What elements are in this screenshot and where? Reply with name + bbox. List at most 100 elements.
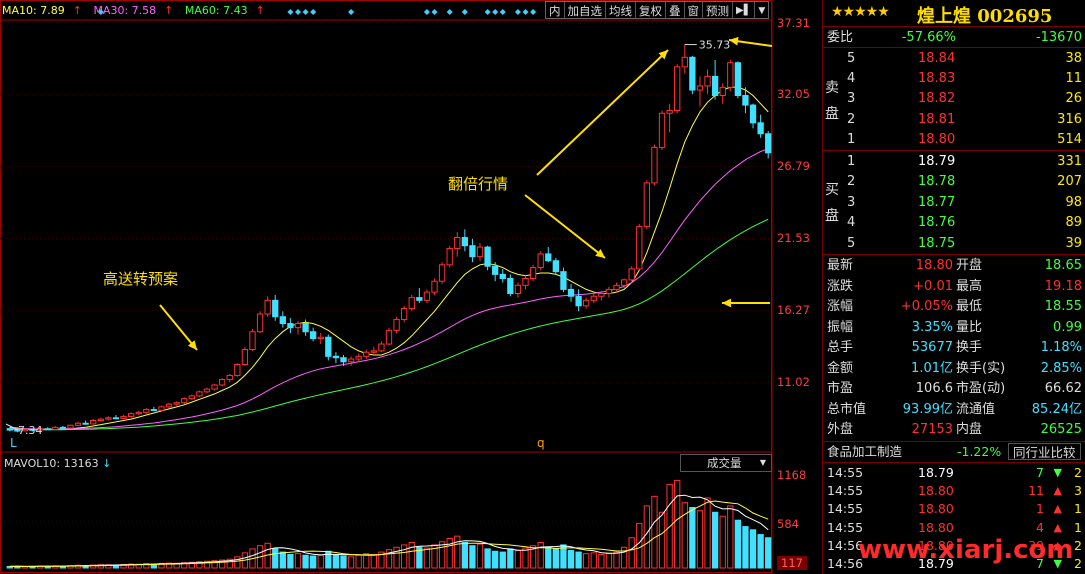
candle-body	[82, 422, 89, 425]
volume-bar	[704, 497, 711, 569]
stat-value: +0.05%	[900, 299, 953, 314]
candle-body	[211, 384, 218, 390]
sell-level-row[interactable]: 1 18.80 514	[823, 130, 1085, 149]
forecast-button[interactable]: 预测	[703, 2, 733, 18]
stock-name-code[interactable]: 煌上煌 002695	[917, 2, 1052, 28]
volume-bar	[423, 547, 431, 569]
volume-bar	[734, 519, 742, 569]
volume-bar	[742, 526, 749, 569]
candle-body	[135, 411, 142, 415]
overlay-button[interactable]: 叠	[666, 2, 685, 18]
volume-bar	[696, 510, 704, 569]
candle-body	[370, 350, 377, 353]
buy-level-row[interactable]: 4 18.76 89	[823, 213, 1085, 232]
event-diamond-icon	[431, 9, 438, 15]
stat-row: 振幅 3.35% 量比 0.99	[823, 318, 1085, 337]
tick-time: 14:55	[827, 483, 864, 499]
toolbar-inner-button[interactable]: 内	[546, 2, 565, 18]
stat-value: 18.65	[1044, 258, 1082, 273]
adjust-price-button[interactable]: 复权	[636, 2, 666, 18]
volume-bar	[476, 543, 484, 569]
stat-label: 最低	[956, 299, 983, 314]
candle-body	[325, 336, 332, 357]
event-diamond-icon	[287, 9, 294, 15]
volume-bar	[272, 548, 279, 569]
volume-bar	[492, 550, 499, 569]
tick-count: 3	[1074, 483, 1082, 499]
tick-price: 18.80	[918, 483, 954, 499]
candle-body	[385, 329, 393, 345]
candle-body	[264, 299, 271, 315]
industry-name[interactable]: 食品加工制造	[827, 442, 902, 461]
volume-bar	[727, 505, 734, 569]
ma-lines-button[interactable]: 均线	[606, 2, 636, 18]
candle-body	[378, 343, 385, 352]
volume-bar	[514, 549, 522, 569]
weibi-value: -13670	[1035, 30, 1082, 45]
candle-body	[97, 418, 104, 422]
kline-chart-panel[interactable]: 35.73 7.34 Lq MA10: 7.89 ↑ MA30: 7.58 ↑ MA60…	[0, 0, 810, 574]
candle-body	[583, 299, 590, 307]
candle-body	[256, 313, 264, 333]
volume-bar	[605, 553, 613, 569]
sell-level-row[interactable]: 3 18.82 26	[823, 89, 1085, 108]
candle-body	[567, 288, 575, 297]
sell-level-num: 2	[847, 112, 856, 127]
buy-level-num: 4	[847, 215, 856, 230]
sell-level-row[interactable]: 2 18.81 316	[823, 110, 1085, 129]
candle-body	[666, 110, 673, 114]
buy-level-price: 18.78	[918, 174, 956, 189]
industry-compare-button[interactable]: 同行业比较	[1008, 443, 1081, 460]
candle-body	[401, 308, 408, 320]
price-axis-label: 21.53	[777, 231, 810, 245]
window-button[interactable]: 窗	[685, 2, 703, 18]
stat-label: 市盈(动)	[956, 381, 1006, 396]
volume-bar	[287, 553, 294, 569]
candle-body	[484, 246, 491, 267]
tick-count: 1	[1074, 501, 1082, 517]
candle-body	[522, 277, 529, 286]
buy-level-row[interactable]: 1 18.79 331	[823, 152, 1085, 171]
price-axis-label: 16.27	[777, 303, 810, 317]
volume-bar	[347, 556, 355, 569]
volume-indicator-dropdown[interactable]: 成交量 ▼	[680, 454, 772, 472]
volume-bar	[340, 555, 347, 569]
x-mark-l: L	[10, 436, 17, 450]
volume-bar	[454, 535, 461, 569]
candle-body	[431, 280, 438, 293]
add-watchlist-button[interactable]: 加自选	[565, 2, 606, 18]
buy-level-row[interactable]: 2 18.78 207	[823, 172, 1085, 191]
buy-level-row[interactable]: 5 18.75 39	[823, 234, 1085, 253]
volume-axis-label: 1168	[777, 468, 807, 482]
sell-level-row[interactable]: 5 18.84 38	[823, 49, 1085, 68]
expand-panel-icon[interactable]: ▶▌	[733, 2, 756, 18]
tick-count: 1	[1074, 519, 1082, 535]
sell-level-row[interactable]: 4 18.83 11	[823, 69, 1085, 88]
candle-body	[226, 374, 233, 381]
tick-time: 14:55	[827, 501, 864, 517]
toolbar-menu-icon[interactable]: ▼	[755, 2, 768, 18]
candle-body	[598, 293, 605, 297]
annotation-bonus-plan: 高送转预案	[103, 270, 179, 288]
tick-volume: 4	[1036, 519, 1044, 535]
candle-body	[234, 364, 241, 376]
tick-count: 2	[1074, 556, 1082, 571]
tick-row: 14:55 18.80 4 ▲ 1	[823, 519, 1085, 537]
candle-body	[575, 295, 582, 307]
volume-bar	[325, 550, 332, 569]
ma-line-ma10	[9, 86, 769, 430]
candle-body	[143, 409, 150, 413]
stat-row: 总手 53677 换手 1.18%	[823, 338, 1085, 357]
candle-body	[158, 406, 165, 411]
stat-row: 市盈 106.6 市盈(动) 66.62	[823, 379, 1085, 398]
volume-bar	[363, 553, 370, 569]
stat-label: 涨跌	[827, 278, 854, 294]
candle-body	[203, 388, 211, 393]
ma30-legend: MA30: 7.58 ↑	[93, 4, 174, 17]
buy-level-row[interactable]: 3 18.77 98	[823, 193, 1085, 212]
stat-row: 涨幅 +0.05% 最低 18.55	[823, 297, 1085, 316]
buy-level-volume: 98	[1065, 195, 1082, 210]
volume-bar	[636, 522, 643, 569]
candle-body	[363, 351, 370, 357]
sell-level-price: 18.81	[918, 112, 956, 127]
